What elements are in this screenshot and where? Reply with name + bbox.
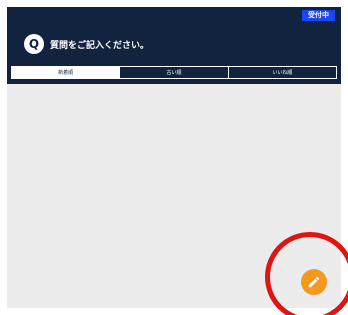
question-prompt: 質問をご記入ください。 — [50, 41, 150, 51]
tab-newest-label: 新着順 — [58, 70, 74, 76]
page: 受付中 Q 質問をご記入ください。 新着順 古い順 いいね順 — [0, 0, 348, 315]
tab-oldest-label: 古い順 — [166, 70, 182, 76]
sort-tabs: 新着順 古い順 いいね順 — [11, 66, 337, 79]
question-list-area — [7, 84, 341, 308]
question-icon: Q — [24, 34, 44, 54]
status-badge: 受付中 — [302, 10, 335, 21]
header: 受付中 Q 質問をご記入ください。 新着順 古い順 いいね順 — [7, 7, 341, 84]
write-question-button[interactable] — [301, 269, 327, 295]
tab-most-liked[interactable]: いいね順 — [227, 67, 336, 78]
tab-most-liked-label: いいね順 — [272, 70, 293, 76]
pencil-icon — [308, 276, 320, 288]
tab-oldest[interactable]: 古い順 — [119, 67, 228, 78]
tab-newest[interactable]: 新着順 — [12, 67, 120, 78]
